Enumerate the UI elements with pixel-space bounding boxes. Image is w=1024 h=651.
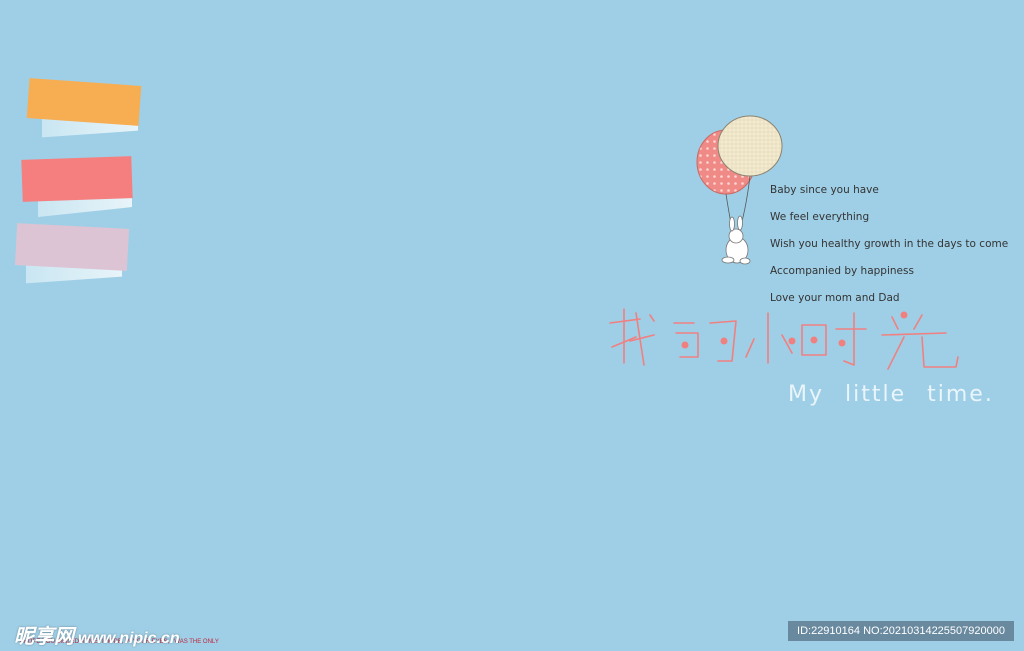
note-paper: [26, 78, 142, 126]
sticky-note-orange: [26, 78, 146, 142]
poem-line: We feel everything: [770, 211, 870, 223]
note-paper: [21, 156, 133, 202]
note-paper: [14, 223, 130, 271]
sticky-note-pink: [14, 223, 134, 286]
site-url: www.nipic.cn: [78, 630, 180, 647]
sticky-note-red: [21, 156, 140, 218]
bunny-icon: [721, 215, 751, 265]
poem-line: Baby since you have: [770, 184, 879, 196]
chinese-title-dots: [681, 311, 908, 349]
poem-block: Baby since you have We feel everything W…: [770, 183, 1008, 318]
chinese-title-artwork: [609, 308, 959, 370]
poem-line: Accompanied by happiness: [770, 265, 914, 277]
site-logo-text: 昵享网: [14, 626, 74, 648]
balloon-cream: [717, 115, 783, 177]
site-watermark: 昵享网 www.nipic.cn: [14, 620, 180, 649]
poem-line: Wish you healthy growth in the days to c…: [770, 238, 1009, 250]
image-id-badge: ID:22910164 NO:20210314225507920000: [788, 621, 1014, 641]
english-title: My little time.: [788, 382, 994, 407]
